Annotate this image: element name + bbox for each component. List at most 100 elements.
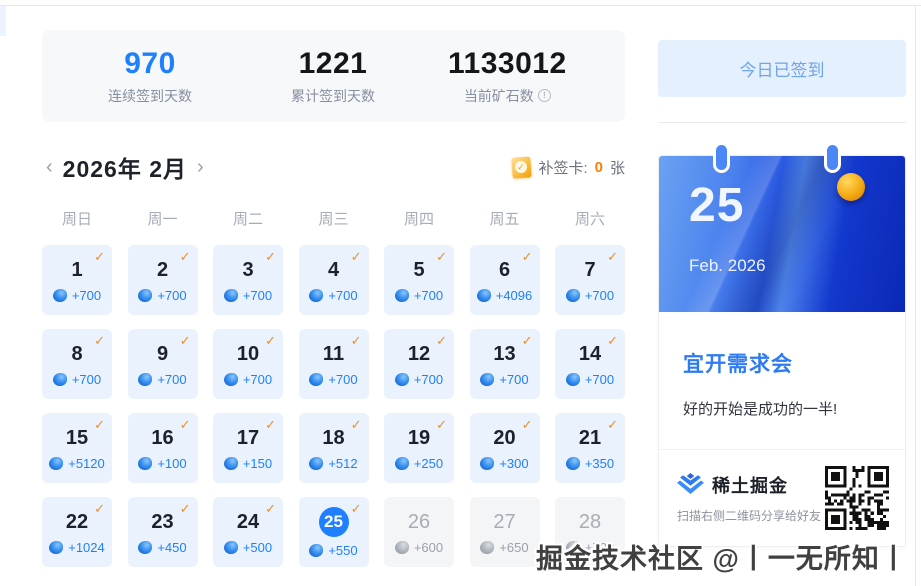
day-number: 24 bbox=[237, 510, 259, 534]
ore-amount: +700 bbox=[585, 372, 614, 387]
weekday-label: 周二 bbox=[213, 208, 283, 229]
ore-amount: +550 bbox=[328, 543, 357, 558]
calendar-day-cell-19[interactable]: ✓19+250 bbox=[384, 413, 454, 483]
calendar-day-cell-2[interactable]: ✓2+700 bbox=[128, 245, 198, 315]
day-number: 3 bbox=[242, 258, 253, 282]
ore-reward: +450 bbox=[138, 540, 186, 555]
calendar-day-cell-12[interactable]: ✓12+700 bbox=[384, 329, 454, 399]
calendar-day-cell-25[interactable]: ✓25+550 bbox=[299, 497, 369, 567]
ore-icon bbox=[566, 457, 580, 470]
day-number: 27 bbox=[493, 510, 515, 534]
ore-amount: +700 bbox=[585, 288, 614, 303]
calendar-day-cell-11[interactable]: ✓11+700 bbox=[299, 329, 369, 399]
check-icon: ✓ bbox=[94, 249, 105, 265]
calendar-day-cell-6[interactable]: ✓6+4096 bbox=[470, 245, 540, 315]
makeup-card-count: 0 bbox=[595, 159, 603, 176]
check-icon: ✓ bbox=[94, 417, 105, 433]
calendar-day-cell-18[interactable]: ✓18+512 bbox=[299, 413, 369, 483]
calendar-day-cell-21[interactable]: ✓21+350 bbox=[555, 413, 625, 483]
check-icon: ✓ bbox=[265, 501, 276, 517]
card-body: 宜开需求会 好的开始是成功的一半! bbox=[659, 312, 905, 449]
calendar-day-cell-4[interactable]: ✓4+700 bbox=[299, 245, 369, 315]
ore-count-value: 1133012 bbox=[448, 47, 567, 81]
month-label: 2026年 2月 bbox=[63, 150, 187, 184]
next-month-button[interactable]: › bbox=[193, 157, 208, 177]
makeup-card-label: 补签卡: bbox=[538, 157, 587, 178]
day-number: 14 bbox=[579, 342, 601, 366]
calendar-day-cell-22[interactable]: ✓22+1024 bbox=[42, 497, 112, 567]
calendar-day-cell-5[interactable]: ✓5+700 bbox=[384, 245, 454, 315]
calendar-day-cell-24[interactable]: ✓24+500 bbox=[213, 497, 283, 567]
day-number: 11 bbox=[323, 342, 344, 366]
prev-month-button[interactable]: ‹ bbox=[42, 157, 57, 177]
ore-amount: +650 bbox=[499, 540, 528, 555]
consecutive-days-value: 970 bbox=[70, 47, 230, 81]
calendar-day-cell-27[interactable]: 27 +650 bbox=[470, 497, 540, 567]
calendar-day-cell-20[interactable]: ✓20+300 bbox=[470, 413, 540, 483]
calendar-day-cell-1[interactable]: ✓1+700 bbox=[42, 245, 112, 315]
check-icon: ✓ bbox=[180, 333, 191, 349]
weekday-row: 周日周一周二周三周四周五周六 bbox=[42, 208, 625, 229]
ore-reward: +700 bbox=[53, 288, 101, 303]
ore-amount: +1024 bbox=[68, 540, 105, 555]
calendar-day-grid: ✓1+700✓2+700✓3+700✓4+700✓5+700✓6+4096✓7+… bbox=[42, 245, 625, 567]
ore-reward: +700 bbox=[395, 288, 443, 303]
ore-reward: +700 bbox=[566, 288, 614, 303]
ore-amount: +250 bbox=[414, 456, 443, 471]
day-number: 2 bbox=[157, 258, 168, 282]
calendar-day-cell-16[interactable]: ✓16+100 bbox=[128, 413, 198, 483]
calendar-day-cell-17[interactable]: ✓17+150 bbox=[213, 413, 283, 483]
calendar-day-cell-3[interactable]: ✓3+700 bbox=[213, 245, 283, 315]
ore-reward: +512 bbox=[309, 456, 357, 471]
share-tip: 扫描右侧二维码分享给好友 bbox=[677, 507, 821, 524]
signin-main-panel: 970 连续签到天数 1221 累计签到天数 1133012 当前矿石数 ! ‹… bbox=[42, 30, 625, 567]
ore-icon bbox=[566, 373, 580, 386]
ore-amount: +700 bbox=[414, 288, 443, 303]
check-icon: ✓ bbox=[522, 249, 533, 265]
card-suggestion: 宜开需求会 bbox=[683, 348, 881, 378]
check-icon: ✓ bbox=[180, 249, 191, 265]
calendar-day-cell-15[interactable]: ✓15+5120 bbox=[42, 413, 112, 483]
weekday-label: 周三 bbox=[299, 208, 369, 229]
day-number: 8 bbox=[71, 342, 82, 366]
check-icon: ✓ bbox=[436, 417, 447, 433]
calendar-day-cell-9[interactable]: ✓9+700 bbox=[128, 329, 198, 399]
total-days-value: 1221 bbox=[248, 47, 418, 81]
ore-reward: +300 bbox=[480, 456, 528, 471]
calendar-day-cell-23[interactable]: ✓23+450 bbox=[128, 497, 198, 567]
ore-amount: +700 bbox=[328, 288, 357, 303]
calendar-day-cell-7[interactable]: ✓7+700 bbox=[555, 245, 625, 315]
check-icon: ✓ bbox=[607, 333, 618, 349]
ore-icon bbox=[138, 457, 152, 470]
card-footer: 稀土掘金 扫描右侧二维码分享给好友 bbox=[659, 449, 905, 546]
calendar-day-cell-13[interactable]: ✓13+700 bbox=[470, 329, 540, 399]
brand-row: 稀土掘金 bbox=[677, 472, 821, 498]
calendar-day-cell-26[interactable]: 26+600 bbox=[384, 497, 454, 567]
ore-reward: +700 bbox=[224, 372, 272, 387]
check-icon: ✓ bbox=[94, 333, 105, 349]
info-icon[interactable]: ! bbox=[538, 89, 551, 102]
qr-code bbox=[825, 466, 889, 530]
ore-reward: +700 bbox=[480, 372, 528, 387]
calendar-day-cell-14[interactable]: ✓ 14 +700 bbox=[555, 329, 625, 399]
watermark-text: 掘金技术社区 @丨一无所知丨 bbox=[536, 537, 908, 576]
day-number: 28 bbox=[579, 510, 601, 534]
brand-block: 稀土掘金 扫描右侧二维码分享给好友 bbox=[677, 472, 821, 524]
ore-icon bbox=[309, 457, 323, 470]
check-icon: ✓ bbox=[607, 417, 618, 433]
ore-amount: +700 bbox=[414, 372, 443, 387]
makeup-card-icon bbox=[512, 156, 532, 178]
side-panel: 今日已签到 25 Feb. 2026 宜开需求会 好的开始是成功的一半! 稀土掘 bbox=[658, 40, 906, 547]
ore-icon bbox=[480, 373, 494, 386]
date-share-card: 25 Feb. 2026 宜开需求会 好的开始是成功的一半! 稀土掘金 扫描右侧… bbox=[658, 155, 906, 547]
ore-reward: +5120 bbox=[49, 456, 105, 471]
calendar-day-cell-8[interactable]: ✓8+700 bbox=[42, 329, 112, 399]
calendar-day-cell-10[interactable]: ✓10+700 bbox=[213, 329, 283, 399]
signed-today-button[interactable]: 今日已签到 bbox=[658, 40, 906, 97]
check-icon: ✓ bbox=[180, 417, 191, 433]
ore-icon bbox=[395, 457, 409, 470]
check-icon: ✓ bbox=[351, 417, 362, 433]
ore-amount: +700 bbox=[243, 372, 272, 387]
ore-icon bbox=[480, 541, 494, 554]
makeup-card-entry[interactable]: 补签卡: 0 张 bbox=[512, 157, 625, 178]
